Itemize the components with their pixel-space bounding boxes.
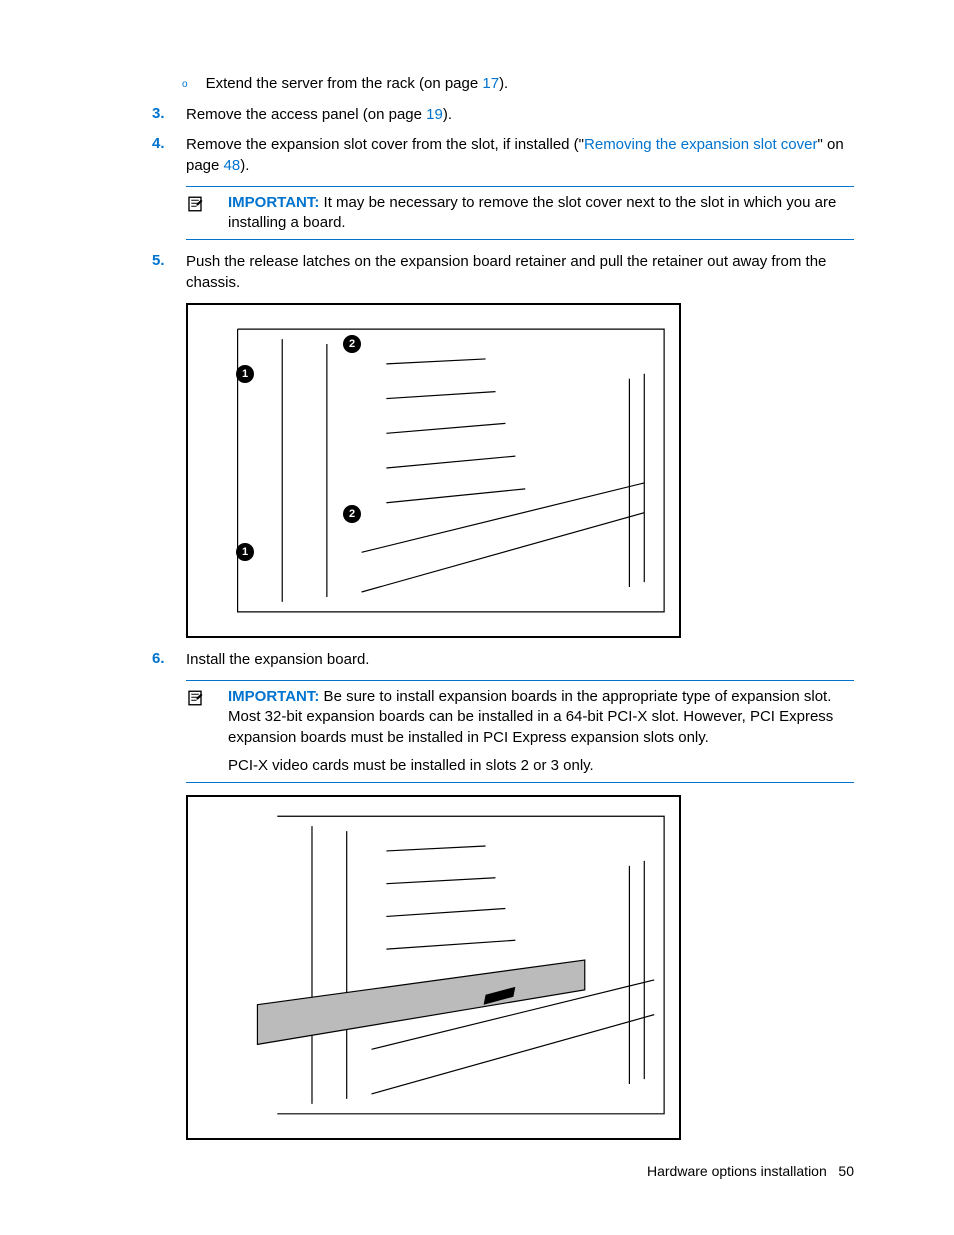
- sub-list-item: o Extend the server from the rack (on pa…: [182, 75, 854, 95]
- important-note-2: IMPORTANT: Be sure to install expansion …: [186, 680, 854, 783]
- callout-1b: 1: [236, 543, 254, 561]
- note-icon: [186, 687, 228, 776]
- figure-svg: [188, 303, 679, 638]
- step-text: Remove the expansion slot cover from the…: [186, 135, 854, 176]
- step-number: 4.: [152, 135, 186, 176]
- important-label: IMPORTANT:: [228, 194, 319, 211]
- step-text: Push the release latches on the expansio…: [186, 252, 854, 293]
- important-body: Be sure to install expansion boards in t…: [228, 688, 833, 746]
- footer-section: Hardware options installation: [647, 1163, 827, 1179]
- important-text: IMPORTANT: Be sure to install expansion …: [228, 687, 854, 776]
- important-text: IMPORTANT: It may be necessary to remove…: [228, 193, 854, 234]
- step-text: Remove the access panel (on page 19).: [186, 105, 854, 125]
- callout-1a: 1: [236, 365, 254, 383]
- important-extra: PCI-X video cards must be installed in s…: [228, 756, 854, 776]
- figure-board-install: [186, 795, 681, 1140]
- step-6: 6. Install the expansion board.: [152, 650, 854, 670]
- page-ref-link[interactable]: 19: [426, 106, 443, 123]
- step-4: 4. Remove the expansion slot cover from …: [152, 135, 854, 176]
- note-icon: [186, 193, 228, 234]
- step-5: 5. Push the release latches on the expan…: [152, 252, 854, 293]
- sub-bullet-marker: o: [182, 75, 188, 95]
- step-number: 3.: [152, 105, 186, 125]
- text-run: Remove the access panel (on page: [186, 106, 426, 123]
- page-container: o Extend the server from the rack (on pa…: [0, 0, 954, 1235]
- step-3: 3. Remove the access panel (on page 19).: [152, 105, 854, 125]
- content-block: o Extend the server from the rack (on pa…: [152, 75, 854, 1140]
- important-body: It may be necessary to remove the slot c…: [228, 194, 836, 231]
- notepad-icon: [186, 195, 204, 213]
- text-run: Extend the server from the rack (on page: [206, 75, 483, 92]
- page-ref-link[interactable]: 17: [482, 75, 499, 92]
- footer-page-number: 50: [838, 1163, 854, 1179]
- step-number: 6.: [152, 650, 186, 670]
- page-ref-link[interactable]: 48: [224, 157, 241, 174]
- figure-svg: [188, 795, 679, 1140]
- cross-ref-link[interactable]: Removing the expansion slot cover: [584, 136, 817, 153]
- page-footer: Hardware options installation 50: [647, 1163, 854, 1179]
- text-run: ).: [499, 75, 508, 92]
- step-text: Install the expansion board.: [186, 650, 854, 670]
- important-label: IMPORTANT:: [228, 688, 319, 705]
- step-number: 5.: [152, 252, 186, 293]
- text-run: ).: [240, 157, 249, 174]
- text-run: Remove the expansion slot cover from the…: [186, 136, 584, 153]
- text-run: ).: [443, 106, 452, 123]
- sub-bullet-text: Extend the server from the rack (on page…: [206, 75, 509, 95]
- callout-2a: 2: [343, 335, 361, 353]
- notepad-icon: [186, 689, 204, 707]
- callout-2b: 2: [343, 505, 361, 523]
- important-note-1: IMPORTANT: It may be necessary to remove…: [186, 186, 854, 241]
- figure-retainer-release: 1 2 1 2: [186, 303, 681, 638]
